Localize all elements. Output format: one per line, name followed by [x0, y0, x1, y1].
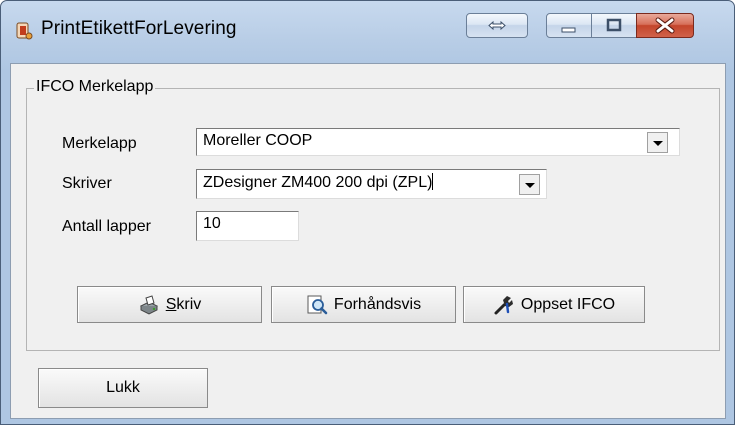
skriver-label: Skriver: [62, 175, 112, 192]
skriver-value-wrap: ZDesigner ZM400 200 dpi (ZPL): [203, 173, 434, 192]
minimize-icon: [561, 27, 576, 33]
close-button[interactable]: [636, 13, 694, 38]
text-caret: [432, 173, 434, 190]
merkelapp-value: Moreller COOP: [203, 132, 313, 149]
antall-lapper-label: Antall lapper: [62, 218, 151, 235]
antall-lapper-value: 10: [203, 215, 221, 232]
resize-button[interactable]: [466, 13, 528, 38]
skriver-value: ZDesigner ZM400 200 dpi (ZPL): [203, 174, 433, 191]
title-bar[interactable]: PrintEtikettForLevering: [1, 1, 734, 63]
maximize-button[interactable]: [591, 13, 637, 38]
oppset-ifco-button[interactable]: Oppset IFCO: [463, 286, 645, 323]
close-icon: [655, 17, 675, 34]
merkelapp-dropdown[interactable]: Moreller COOP: [196, 128, 680, 156]
resize-arrows-icon: [488, 20, 506, 31]
skriv-label-rest: kriv: [176, 295, 202, 313]
skriv-mnemonic: S: [165, 295, 177, 313]
wrench-icon: [494, 295, 513, 314]
maximize-icon: [606, 18, 622, 32]
skriv-label: Skriv: [166, 296, 202, 314]
chevron-down-icon[interactable]: [647, 132, 668, 153]
minimize-button[interactable]: [546, 13, 592, 38]
printer-icon: [16, 22, 33, 40]
window-title: PrintEtikettForLevering: [41, 18, 237, 39]
forhandsvis-button[interactable]: Forhåndsvis: [271, 286, 456, 323]
lukk-label: Lukk: [106, 379, 140, 396]
magnifier-icon: [307, 295, 328, 314]
lukk-button[interactable]: Lukk: [38, 368, 208, 408]
skriv-button[interactable]: Skriv: [77, 286, 262, 323]
oppset-ifco-label: Oppset IFCO: [520, 295, 616, 313]
forhandsvis-label: Forhåndsvis: [333, 295, 422, 313]
application-window: PrintEtikettForLevering IFCO Merkelapp M…: [0, 0, 735, 425]
printer-icon: [139, 294, 158, 315]
merkelapp-label: Merkelapp: [62, 135, 137, 152]
skriver-dropdown[interactable]: ZDesigner ZM400 200 dpi (ZPL): [196, 169, 547, 199]
chevron-down-icon[interactable]: [519, 174, 540, 195]
groupbox-title: IFCO Merkelapp: [34, 78, 156, 96]
antall-lapper-input[interactable]: 10: [196, 211, 299, 241]
